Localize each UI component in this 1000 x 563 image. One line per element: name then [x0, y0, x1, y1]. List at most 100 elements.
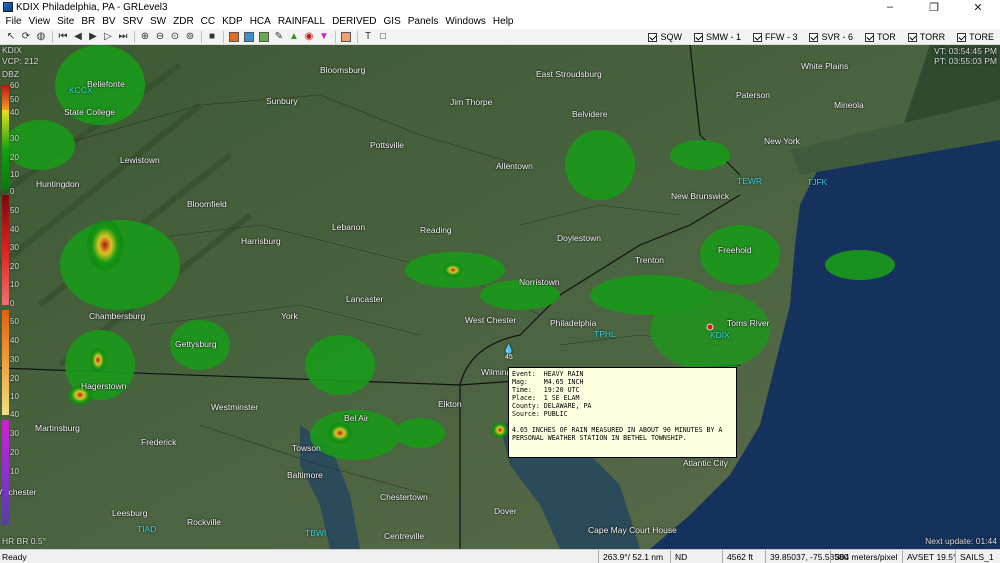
station-label: TIAD [137, 524, 157, 534]
checkbox[interactable] [809, 32, 819, 42]
first-frame-icon[interactable]: ⏮ [56, 30, 70, 44]
place-label: New York [764, 136, 800, 146]
toggle-label: TOR [876, 32, 896, 42]
app-icon [3, 2, 13, 12]
menu-view[interactable]: View [25, 16, 54, 27]
toggle-tor[interactable]: TOR [864, 32, 896, 42]
color-table-icon[interactable] [339, 30, 353, 44]
menu-gis[interactable]: GIS [380, 16, 404, 27]
menu-srv[interactable]: SRV [119, 16, 146, 27]
menu-windows[interactable]: Windows [442, 16, 490, 27]
toggle-tore[interactable]: TORE [957, 32, 994, 42]
menu-kdp[interactable]: KDP [219, 16, 247, 27]
place-label: Norristown [519, 277, 560, 287]
menu-help[interactable]: Help [489, 16, 517, 27]
toggle-label: SVR - 6 [821, 32, 853, 42]
refresh-icon[interactable]: ⟳ [19, 30, 33, 44]
menu-bar: File View Site BR BV SRV SW ZDR CC KDP H… [0, 14, 1000, 29]
legend-tick: 20 [10, 448, 19, 457]
menu-panels[interactable]: Panels [404, 16, 442, 27]
box-icon[interactable]: □ [376, 30, 390, 44]
toggle-ffw[interactable]: FFW - 3 [752, 32, 797, 42]
legend-tick: 40 [10, 410, 19, 419]
place-label: East Stroudsburg [536, 69, 602, 79]
checkbox[interactable] [864, 32, 874, 42]
minimize-button[interactable]: – [868, 0, 912, 14]
menu-sw[interactable]: SW [147, 16, 170, 27]
next-update: Next update: 01:44 [925, 536, 997, 546]
place-label: White Plains [801, 61, 849, 71]
maximize-button[interactable]: ❐ [912, 0, 956, 14]
toolbar-separator [357, 30, 358, 43]
zoom-in-icon[interactable]: ⊕ [138, 30, 152, 44]
legend-tick: 40 [10, 225, 19, 234]
place-label: Mineola [834, 100, 864, 110]
legend-tick: 50 [10, 317, 19, 326]
legend-tick: 30 [10, 355, 19, 364]
popup-source: Source: PUBLIC [512, 410, 568, 418]
meso-icon[interactable]: ◉ [302, 30, 316, 44]
checkbox[interactable] [907, 32, 917, 42]
checkbox[interactable] [957, 32, 967, 42]
last-frame-icon[interactable]: ⏭ [116, 30, 130, 44]
place-label: Centreville [384, 531, 425, 541]
menu-file[interactable]: File [2, 16, 25, 27]
next-frame-icon[interactable]: ▷ [101, 30, 115, 44]
status-coords: 39.85037, -75.53580 [765, 549, 848, 563]
menu-site[interactable]: Site [54, 16, 78, 27]
menu-zdr[interactable]: ZDR [170, 16, 198, 27]
menu-rainfall[interactable]: RAINFALL [274, 16, 328, 27]
play-icon[interactable]: ▶ [86, 30, 100, 44]
process-time: PT: 03:55:03 PM [934, 56, 997, 66]
checkbox[interactable] [693, 32, 703, 42]
toggle-label: TORE [969, 32, 994, 42]
checkbox[interactable] [648, 32, 658, 42]
toolbar-separator [201, 30, 202, 43]
map-icon[interactable] [257, 30, 271, 44]
status-bar: Ready 263.9°/ 52.1 nm ND 4562 ft 39.8503… [0, 549, 1000, 563]
status-sails: SAILS_1 [955, 549, 1000, 563]
pen-icon[interactable]: ✎ [272, 30, 286, 44]
place-label: State College [64, 107, 116, 117]
tvs-icon[interactable]: ▼ [317, 30, 331, 44]
radar-map[interactable]: Bellefonte State College Bloomsburg East… [0, 45, 1000, 549]
menu-br[interactable]: BR [78, 16, 99, 27]
toggle-svr[interactable]: SVR - 6 [809, 32, 853, 42]
toggle-smw[interactable]: SMW - 1 [693, 32, 741, 42]
place-label: Reading [420, 225, 452, 235]
place-label: Dover [494, 506, 517, 516]
place-label: Allentown [496, 161, 533, 171]
place-label: Frederick [141, 437, 177, 447]
place-label: Cape May Court House [588, 525, 677, 535]
checkbox[interactable] [752, 32, 762, 42]
place-label: Chambersburg [89, 311, 146, 321]
menu-hca[interactable]: HCA [246, 16, 274, 27]
menu-bv[interactable]: BV [99, 16, 119, 27]
hail-icon[interactable]: ▲ [287, 30, 301, 44]
station-label: TPHL [594, 329, 616, 339]
menu-cc[interactable]: CC [197, 16, 218, 27]
storm-track-icon[interactable] [227, 30, 241, 44]
close-button[interactable]: ✕ [956, 0, 1000, 14]
toggle-sqw[interactable]: SQW [648, 32, 682, 42]
place-label: Bel Air [344, 413, 369, 423]
zoom-reset-icon[interactable]: ⊙ [168, 30, 182, 44]
pointer-icon[interactable]: ↖ [4, 30, 18, 44]
prev-frame-icon[interactable]: ◀ [71, 30, 85, 44]
status-elevation: 4562 ft [722, 549, 765, 563]
layers-icon[interactable] [242, 30, 256, 44]
menu-derived[interactable]: DERIVED [329, 16, 380, 27]
place-label: Atlantic City [683, 458, 728, 468]
title-bar: KDIX Philadelphia, PA - GRLevel3 – ❐ ✕ [0, 0, 1000, 14]
toolbar-separator [52, 30, 53, 43]
zoom-fit-icon[interactable]: ⊚ [183, 30, 197, 44]
stop-icon[interactable]: ■ [205, 30, 219, 44]
zoom-out-icon[interactable]: ⊖ [153, 30, 167, 44]
legend-tick: 10 [10, 170, 19, 179]
text-icon[interactable]: T [361, 30, 375, 44]
toolbar: ↖ ⟳ ◍ ⏮ ◀ ▶ ▷ ⏭ ⊕ ⊖ ⊙ ⊚ ■ ✎ ▲ ◉ ▼ T □ SQ… [0, 29, 1000, 45]
toggle-torr[interactable]: TORR [907, 32, 945, 42]
window-title: KDIX Philadelphia, PA - GRLevel3 [16, 1, 168, 13]
place-label: Lewistown [120, 155, 160, 165]
globe-icon[interactable]: ◍ [34, 30, 48, 44]
